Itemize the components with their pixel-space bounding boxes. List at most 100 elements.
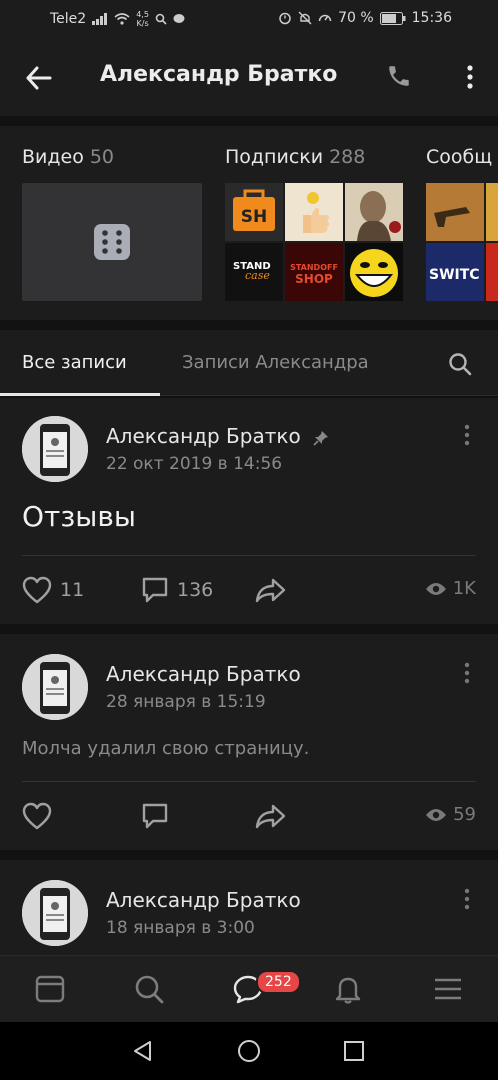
subscription-thumb-standoff-shop[interactable]: STANDOFF SHOP (285, 243, 343, 301)
system-navigation-bar (0, 1022, 498, 1080)
like-button[interactable] (22, 802, 52, 830)
tab-all-posts[interactable]: Все записи (22, 352, 127, 373)
subscription-thumb-smiley[interactable] (345, 243, 403, 301)
avatar[interactable] (22, 880, 88, 946)
menu-icon[interactable] (433, 974, 463, 1004)
subscriptions-grid: SH STAND case STANDOFF SHOP (225, 183, 403, 301)
svg-text:SWITC: SWITC (429, 267, 480, 283)
community-thumb-switch[interactable]: SWITC (426, 243, 484, 301)
share-button[interactable] (255, 802, 287, 830)
notifications-icon[interactable] (333, 974, 363, 1004)
avatar[interactable] (22, 416, 88, 482)
phone-icon[interactable] (386, 63, 412, 89)
post-text: Молча удалил свою страницу. (22, 738, 310, 759)
tab-own-posts[interactable]: Записи Александра (182, 352, 369, 373)
subscription-thumb-sh-logo[interactable]: SH (225, 183, 283, 241)
post-author[interactable]: Александр Братко (106, 424, 329, 448)
subscription-thumb-thumbs-up[interactable] (285, 183, 343, 241)
like-count: 11 (60, 579, 85, 601)
gauge-icon (318, 14, 332, 22)
subscriptions-header[interactable]: Подписки 288 (225, 146, 365, 168)
share-icon (255, 578, 286, 603)
post-author-name: Александр Братко (106, 424, 301, 448)
battery-icon (379, 11, 406, 25)
eye-icon (425, 582, 446, 595)
system-recents-icon[interactable] (342, 1039, 366, 1063)
post-more-icon[interactable] (464, 662, 470, 684)
community-thumb-yellow[interactable] (486, 183, 498, 241)
communities-header[interactable]: Сообщ (426, 146, 492, 168)
post-author-name: Александр Братко (106, 888, 301, 912)
pin-icon (313, 430, 329, 446)
profile-media-section: Видео 50 Подписки 288 SH STAND case STANDOF… (0, 126, 498, 320)
post-more-icon[interactable] (464, 424, 470, 446)
post-author[interactable]: Александр Братко (106, 888, 301, 912)
wall-post: Александр Братко 28 января в 15:19 Молча… (0, 634, 498, 850)
comment-icon (142, 803, 168, 829)
network-speed: 4,5 K/s (136, 10, 149, 28)
communities-label: Сообщ (426, 146, 493, 168)
videos-header[interactable]: Видео 50 (22, 146, 114, 168)
mute-icon (298, 11, 312, 25)
post-date: 28 января в 15:19 (106, 692, 266, 712)
post-date: 18 января в 3:00 (106, 918, 255, 938)
svg-text:case: case (245, 269, 270, 282)
battery-percent: 70 % (338, 10, 374, 26)
search-icon[interactable] (448, 352, 472, 376)
search-status-icon (155, 13, 167, 25)
videos-count: 50 (89, 146, 115, 168)
post-author-name: Александр Братко (106, 662, 301, 686)
post-actions: 59 (0, 798, 498, 838)
system-home-icon[interactable] (237, 1039, 261, 1063)
post-date: 22 окт 2019 в 14:56 (106, 454, 283, 474)
post-author[interactable]: Александр Братко (106, 662, 301, 686)
video-placeholder-icon (94, 224, 130, 260)
community-thumb-gun[interactable] (426, 183, 484, 241)
svg-text:STANDOFF: STANDOFF (290, 263, 338, 272)
alarm-icon (279, 12, 291, 25)
communities-grid: SWITC (426, 183, 498, 301)
speed-unit: K/s (136, 19, 149, 28)
wall-post: Александр Братко 22 окт 2019 в 14:56 Отз… (0, 398, 498, 624)
message-status-icon (173, 14, 185, 23)
views-count: 1K (452, 578, 476, 599)
wall-post: Александр Братко 18 января в 3:00 (0, 860, 498, 955)
svg-text:SH: SH (241, 207, 267, 227)
comment-icon (142, 577, 168, 603)
subscriptions-label: Подписки (225, 146, 324, 168)
share-icon (255, 804, 286, 829)
comment-count: 136 (177, 579, 214, 601)
wifi-icon (114, 13, 130, 25)
views-counter: 1K (425, 578, 476, 599)
like-button[interactable]: 11 (22, 576, 84, 604)
subscription-thumb-stand-case[interactable]: STAND case (225, 243, 283, 301)
heart-icon (22, 576, 52, 604)
comment-button[interactable]: 136 (141, 576, 213, 604)
signal-icon (92, 13, 108, 25)
share-button[interactable] (255, 576, 287, 604)
active-tab-indicator (0, 393, 160, 396)
newsfeed-icon[interactable] (35, 974, 65, 1004)
subscription-thumb-portrait[interactable] (345, 183, 403, 241)
views-count: 59 (453, 804, 476, 825)
post-divider (22, 555, 476, 556)
system-back-icon[interactable] (131, 1039, 155, 1063)
community-thumb-red[interactable] (486, 243, 498, 301)
views-counter: 59 (425, 804, 476, 825)
page-title: Александр Братко (100, 62, 338, 87)
videos-preview[interactable] (22, 183, 202, 301)
avatar[interactable] (22, 654, 88, 720)
post-more-icon[interactable] (464, 888, 470, 910)
profile-header: Александр Братко (0, 38, 498, 116)
videos-label: Видео (22, 146, 84, 168)
post-actions: 11 136 1K (0, 570, 498, 610)
comment-button[interactable] (141, 802, 169, 830)
wall-tabs: Все записи Записи Александра (0, 330, 498, 396)
more-vertical-icon[interactable] (466, 65, 474, 89)
back-arrow-icon[interactable] (24, 63, 54, 93)
heart-icon (22, 802, 52, 830)
search-nav-icon[interactable] (134, 974, 164, 1004)
speed-value: 4,5 (136, 10, 149, 19)
subscriptions-count: 288 (329, 146, 366, 168)
post-divider (22, 781, 476, 782)
